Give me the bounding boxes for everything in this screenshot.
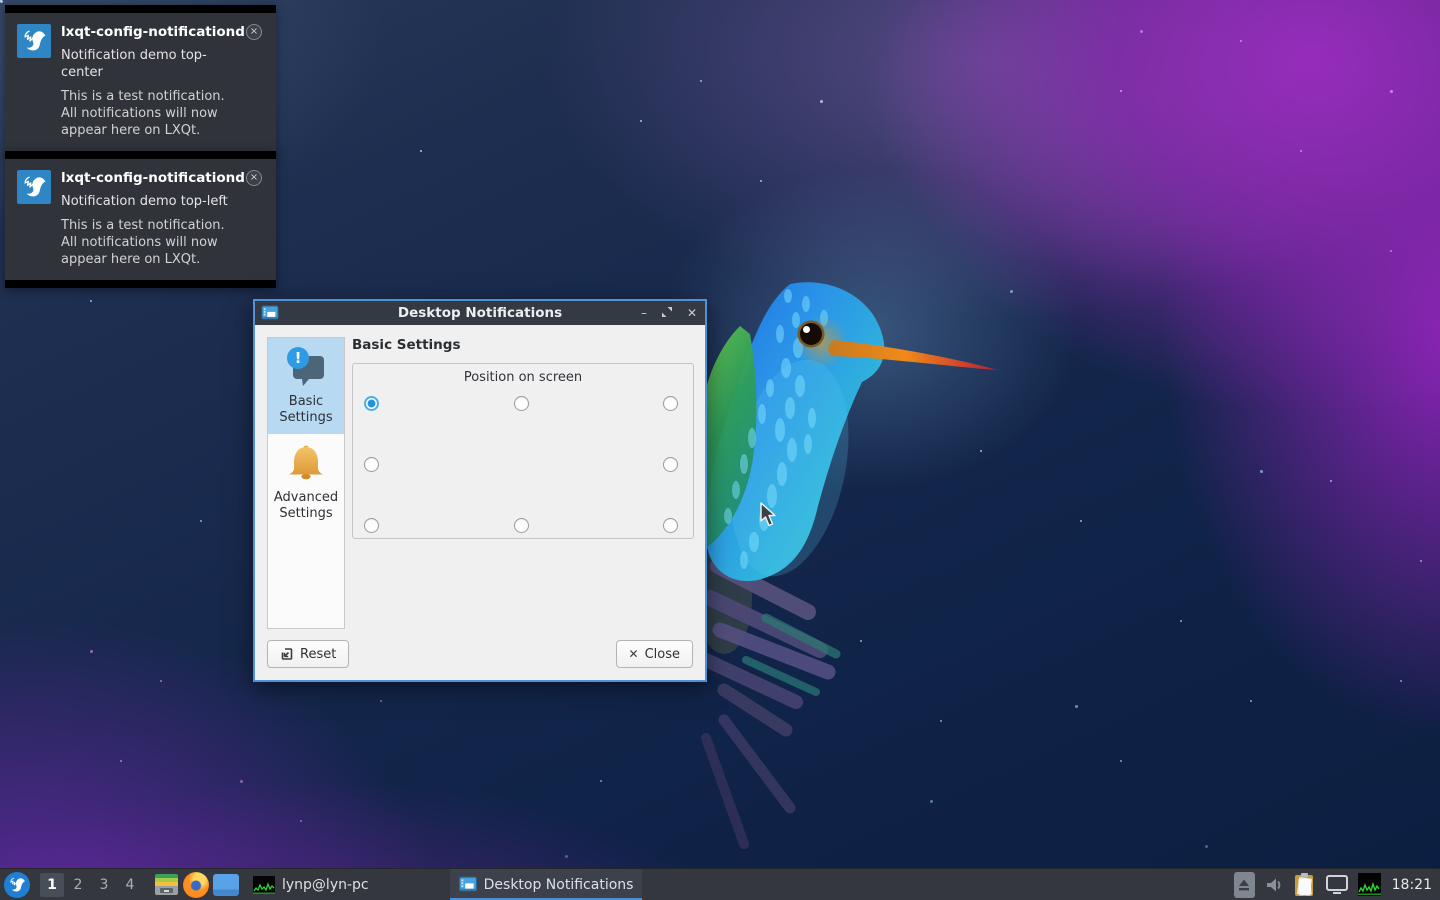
close-window-button[interactable]: ✕ — [687, 301, 697, 325]
radio-position-bottom-right[interactable] — [663, 518, 678, 533]
clipboard-icon[interactable] — [1293, 872, 1316, 898]
system-tray: 18:21 — [1234, 872, 1432, 898]
system-monitor-graph-icon[interactable] — [1358, 873, 1381, 896]
reset-button[interactable]: Reset — [267, 640, 349, 668]
radio-position-top-right[interactable] — [663, 396, 678, 411]
radio-position-middle-left[interactable] — [364, 457, 379, 472]
notification-frame-top — [5, 151, 276, 159]
mouse-cursor — [760, 502, 778, 528]
dialog-content: ! Basic Settings Advanced Settings Basi — [255, 325, 705, 680]
desktop-notifications-window: Desktop Notifications – ✕ ! Ba — [253, 299, 707, 682]
bird-tail-feathers — [696, 542, 836, 844]
screen-settings-icon[interactable] — [1325, 874, 1349, 896]
sidebar-item-advanced-settings[interactable]: Advanced Settings — [268, 434, 344, 530]
terminal-window-icon — [253, 876, 275, 894]
window-titlebar[interactable]: Desktop Notifications – ✕ — [255, 301, 705, 325]
window-title: Desktop Notifications — [255, 305, 705, 321]
workspace-switcher-1[interactable]: 1 — [40, 873, 64, 897]
taskbar-task-terminal[interactable]: lynp@lyn-pc — [244, 869, 378, 900]
settings-category-list: ! Basic Settings Advanced Settings — [267, 337, 345, 629]
notification-frame-top — [5, 5, 276, 13]
notification-body: lxqt-config-notificationd × Notification… — [5, 13, 276, 151]
sidebar-item-label: Basic Settings — [279, 394, 332, 425]
workspace-switcher-4[interactable]: 4 — [118, 873, 142, 897]
close-button[interactable]: ✕ Close — [616, 640, 693, 668]
radio-position-bottom-left[interactable] — [364, 518, 379, 533]
notification-summary: Notification demo top-left — [61, 193, 239, 210]
firefox-launcher[interactable] — [182, 871, 210, 899]
basic-settings-icon: ! — [283, 346, 329, 390]
sidebar-item-label: Advanced Settings — [274, 490, 338, 521]
radio-position-top-center[interactable] — [514, 396, 529, 411]
radio-position-middle-right[interactable] — [663, 457, 678, 472]
restore-icon[interactable] — [662, 301, 672, 325]
lxqt-app-icon — [17, 24, 51, 58]
volume-icon[interactable] — [1264, 875, 1284, 895]
sidebar-item-basic-settings[interactable]: ! Basic Settings — [268, 338, 344, 434]
close-button-icon: ✕ — [629, 647, 639, 661]
reset-button-label: Reset — [300, 647, 336, 662]
file-manager-icon — [155, 874, 178, 895]
notification-popup[interactable]: lxqt-config-notificationd × Notification… — [5, 5, 276, 159]
blue-app-icon — [213, 874, 239, 896]
star-field-bright — [0, 0, 3, 3]
close-button-label: Close — [645, 647, 680, 662]
workspace-switcher-3[interactable]: 3 — [92, 873, 116, 897]
group-title: Position on screen — [353, 370, 693, 385]
eject-icon — [1237, 878, 1251, 892]
notification-text: This is a test notification. All notific… — [61, 217, 239, 268]
notification-close-icon[interactable]: × — [246, 24, 262, 40]
desktop-notifications-window-icon — [459, 876, 477, 893]
notification-frame-bottom — [5, 280, 276, 288]
reset-icon — [280, 647, 294, 661]
position-on-screen-group: Position on screen — [352, 363, 694, 539]
svg-text:!: ! — [295, 349, 302, 367]
section-heading: Basic Settings — [352, 337, 461, 353]
firefox-icon — [183, 872, 209, 898]
application-menu-button[interactable] — [4, 872, 30, 898]
advanced-settings-bell-icon — [283, 442, 329, 486]
clock[interactable]: 18:21 — [1392, 877, 1432, 893]
notification-app-name: lxqt-config-notificationd — [61, 170, 264, 187]
notification-app-name: lxqt-config-notificationd — [61, 24, 264, 41]
notification-text: This is a test notification. All notific… — [61, 88, 239, 139]
workspace-switcher-2[interactable]: 2 — [66, 873, 90, 897]
radio-position-top-left[interactable] — [364, 396, 379, 411]
desktop: lxqt-config-notificationd × Notification… — [0, 0, 1440, 900]
notification-body: lxqt-config-notificationd × Notification… — [5, 159, 276, 280]
taskbar-task-desktop-notifications[interactable]: Desktop Notifications — [450, 869, 643, 900]
notification-popup[interactable]: lxqt-config-notificationd × Notification… — [5, 151, 276, 288]
file-manager-launcher[interactable] — [152, 871, 180, 899]
blue-app-launcher[interactable] — [212, 871, 240, 899]
bird-eye — [798, 321, 825, 348]
notification-close-icon[interactable]: × — [246, 170, 262, 186]
notification-summary: Notification demo top-center — [61, 47, 239, 81]
minimize-button[interactable]: – — [641, 301, 647, 325]
radio-position-bottom-center[interactable] — [514, 518, 529, 533]
removable-media-button[interactable] — [1234, 872, 1255, 898]
task-label: Desktop Notifications — [484, 877, 634, 893]
task-label: lynp@lyn-pc — [282, 877, 369, 893]
lxqt-panel: 1 2 3 4 lynp@lyn-pc Desktop Noti — [0, 868, 1440, 900]
lxqt-app-icon — [17, 170, 51, 204]
